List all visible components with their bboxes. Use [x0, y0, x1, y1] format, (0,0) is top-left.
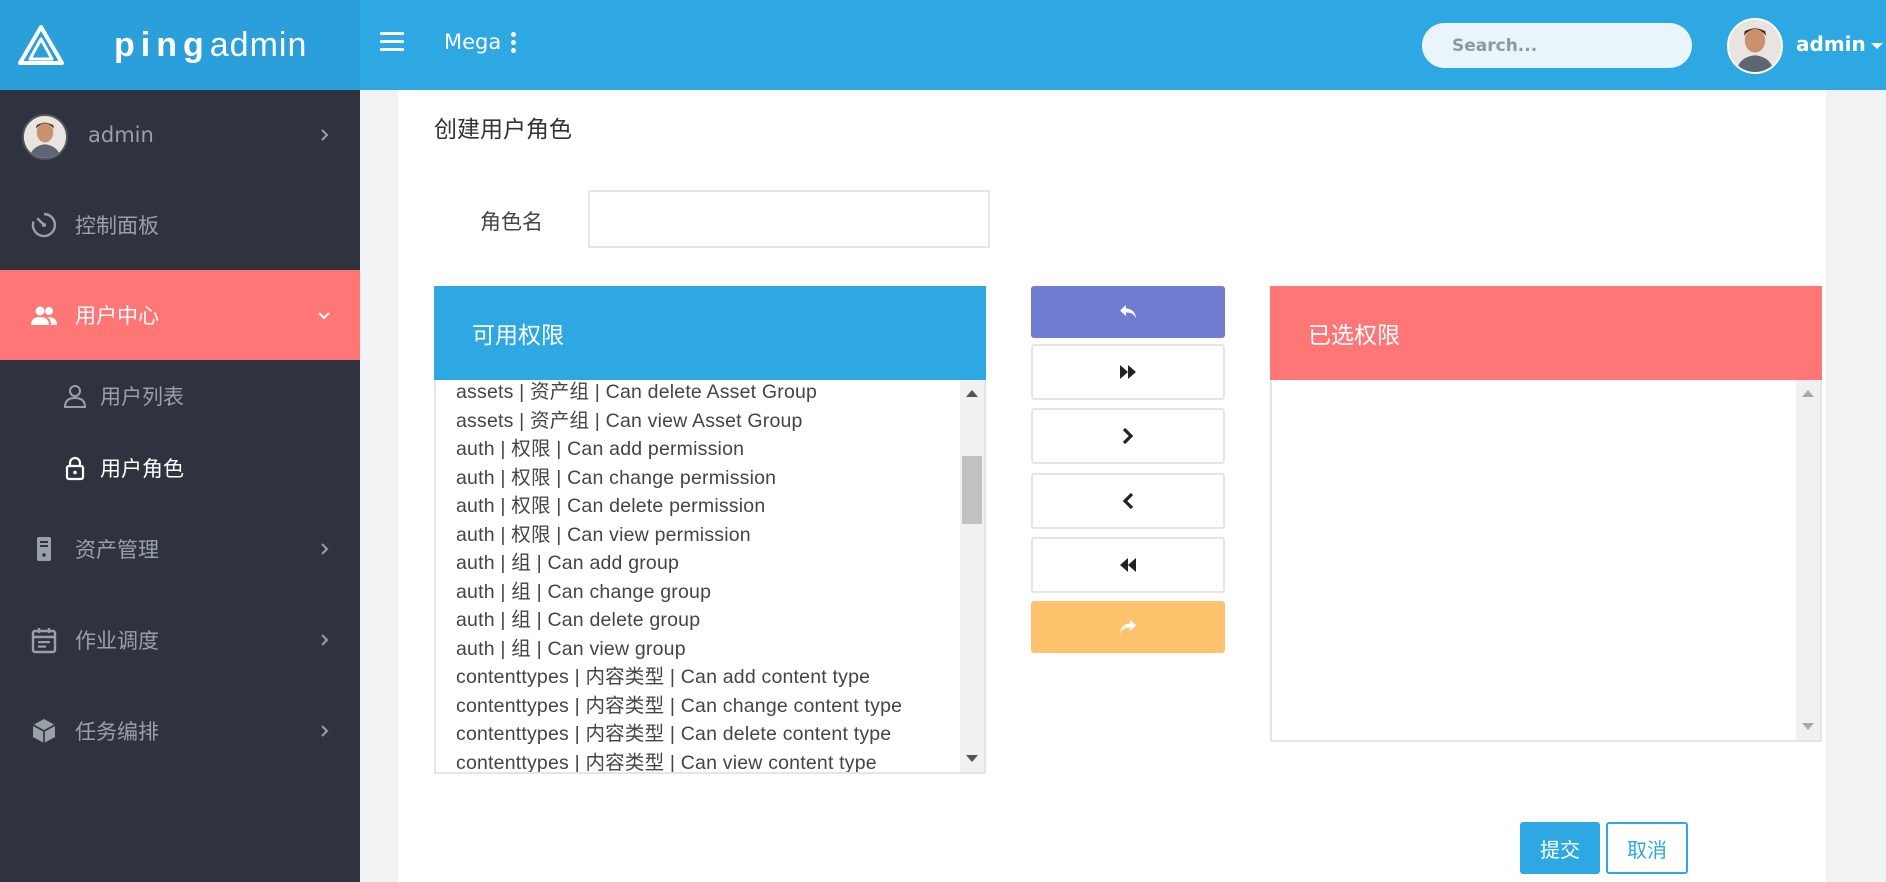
lock-icon: [65, 456, 85, 481]
triangle-logo-icon: [18, 25, 64, 65]
sidebar-item-label: 控制面板: [75, 214, 159, 238]
brand[interactable]: pingadmin: [0, 0, 360, 90]
role-name-label: 角色名: [480, 210, 543, 234]
sidebar-avatar: [22, 114, 68, 160]
double-chevron-left-icon: [1120, 558, 1136, 572]
sidebar-item-label: 资产管理: [75, 538, 159, 562]
brand-name: pingadmin: [114, 25, 308, 64]
permission-option[interactable]: assets | 资产组 | Can view Asset Group: [456, 407, 902, 436]
calendar-icon: [31, 628, 57, 654]
move-all-right-button[interactable]: [1031, 344, 1225, 400]
undo-icon: [1120, 305, 1136, 318]
search-input[interactable]: [1452, 35, 1694, 56]
mega-menu-toggle[interactable]: Mega: [444, 30, 517, 54]
sidebar: admin 控制面板 用户中心 用户列表 用户角色 资产管理 作业调度 任务编排: [0, 90, 360, 882]
user-name: admin: [1796, 32, 1866, 56]
sidebar-user[interactable]: admin: [0, 90, 360, 180]
chevron-down-icon: [318, 312, 330, 320]
permission-option[interactable]: auth | 权限 | Can delete permission: [456, 492, 902, 521]
permission-option[interactable]: contenttypes | 内容类型 | Can view content t…: [456, 749, 902, 773]
chevron-left-icon: [1122, 492, 1134, 510]
sidebar-subitem-label: 用户角色: [100, 457, 184, 481]
permission-option[interactable]: contenttypes | 内容类型 | Can delete content…: [456, 720, 902, 749]
permission-option[interactable]: auth | 组 | Can view group: [456, 635, 902, 664]
available-permissions-box: 可用权限 assets | 资产组 | Can delete Asset Gro…: [434, 286, 986, 774]
scroll-down-icon[interactable]: [966, 755, 978, 762]
search-box: [1422, 23, 1694, 68]
move-all-left-button[interactable]: [1031, 537, 1225, 593]
main-panel: 创建用户角色 角色名 可用权限 assets | 资产组 | Can delet…: [398, 90, 1826, 882]
sidebar-subitem-label: 用户列表: [100, 385, 184, 409]
user-menu[interactable]: admin: [1796, 32, 1883, 56]
scroll-up-icon[interactable]: [966, 390, 978, 397]
scroll-up-icon[interactable]: [1802, 390, 1814, 397]
move-left-button[interactable]: [1031, 473, 1225, 529]
scrollbar[interactable]: [960, 380, 984, 772]
sidebar-subitem-user-role[interactable]: 用户角色: [0, 432, 360, 504]
scrollbar[interactable]: [1796, 380, 1820, 740]
permission-option[interactable]: auth | 组 | Can change group: [456, 578, 902, 607]
undo-button[interactable]: [1031, 286, 1225, 338]
chevron-right-icon: [1122, 427, 1134, 445]
users-icon: [31, 306, 57, 325]
cube-icon: [32, 719, 56, 743]
dashboard-icon: [31, 212, 57, 238]
selected-permissions-title: 已选权限: [1270, 286, 1822, 380]
permission-option[interactable]: auth | 组 | Can add group: [456, 549, 902, 578]
chevron-right-icon: [321, 129, 329, 141]
selected-permissions-listbox[interactable]: [1270, 380, 1822, 742]
hamburger-icon[interactable]: [380, 32, 404, 56]
permission-option[interactable]: auth | 权限 | Can add permission: [456, 435, 902, 464]
chevron-right-icon: [321, 634, 329, 646]
selected-permissions-box: 已选权限: [1270, 286, 1822, 742]
permission-option[interactable]: auth | 组 | Can delete group: [456, 606, 902, 635]
available-permissions-listbox[interactable]: assets | 资产组 | Can delete Asset Group ass…: [434, 380, 986, 774]
redo-icon: [1120, 620, 1136, 633]
sidebar-item-task-orchestration[interactable]: 任务编排: [0, 686, 360, 776]
sidebar-item-label: 作业调度: [75, 629, 159, 653]
sidebar-item-label: 用户中心: [75, 304, 159, 328]
top-navbar: pingadmin Mega admin: [0, 0, 1886, 90]
sidebar-item-user-center[interactable]: 用户中心: [0, 270, 360, 360]
mega-label: Mega: [444, 30, 502, 54]
redo-button[interactable]: [1031, 601, 1225, 653]
caret-down-icon: [1870, 42, 1883, 49]
available-permissions-title: 可用权限: [434, 286, 986, 380]
page-title: 创建用户角色: [434, 117, 572, 143]
move-right-button[interactable]: [1031, 408, 1225, 464]
sidebar-subitem-user-list[interactable]: 用户列表: [0, 360, 360, 432]
permission-option[interactable]: contenttypes | 内容类型 | Can change content…: [456, 692, 902, 721]
kebab-icon: [511, 31, 517, 53]
permission-option[interactable]: assets | 资产组 | Can delete Asset Group: [456, 380, 902, 407]
chevron-right-icon: [321, 725, 329, 737]
sidebar-item-dashboard[interactable]: 控制面板: [0, 180, 360, 270]
role-name-input[interactable]: [588, 190, 990, 248]
permission-option[interactable]: contenttypes | 内容类型 | Can add content ty…: [456, 663, 902, 692]
permission-option[interactable]: auth | 权限 | Can view permission: [456, 521, 902, 550]
sidebar-item-label: 任务编排: [75, 720, 159, 744]
cancel-button[interactable]: 取消: [1606, 822, 1688, 874]
permission-option[interactable]: auth | 权限 | Can change permission: [456, 464, 902, 493]
user-icon: [63, 385, 87, 408]
server-icon: [37, 537, 51, 561]
sidebar-item-assets[interactable]: 资产管理: [0, 504, 360, 594]
scroll-down-icon[interactable]: [1802, 723, 1814, 730]
submit-button[interactable]: 提交: [1520, 822, 1600, 874]
chevron-right-icon: [321, 543, 329, 555]
scrollbar-thumb[interactable]: [962, 456, 982, 524]
avatar[interactable]: [1727, 18, 1783, 74]
sidebar-user-name: admin: [88, 123, 154, 147]
double-chevron-right-icon: [1120, 365, 1136, 379]
sidebar-item-job-schedule[interactable]: 作业调度: [0, 595, 360, 685]
